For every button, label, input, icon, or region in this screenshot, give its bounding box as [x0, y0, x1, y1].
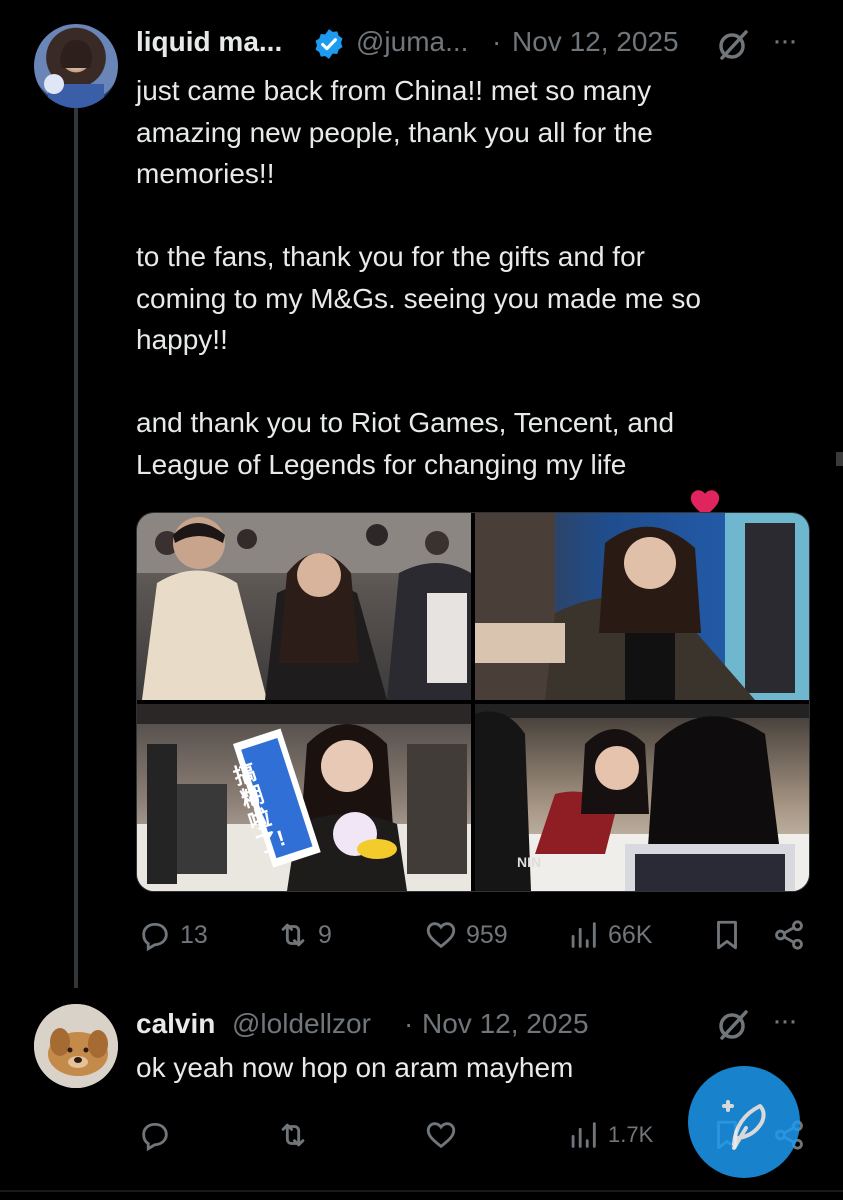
- reply-repost-button[interactable]: [276, 1118, 310, 1152]
- photo-3-image: [137, 704, 471, 891]
- avatar[interactable]: [34, 24, 118, 108]
- photo-1-image: [137, 513, 471, 700]
- display-name[interactable]: liquid ma...: [136, 26, 282, 58]
- reply-more-options-icon[interactable]: ···: [772, 1004, 798, 1038]
- reply-count: 13: [180, 920, 208, 949]
- bookmark-icon: [717, 920, 737, 950]
- red-heart-emoji: [688, 444, 722, 516]
- reply-like-button[interactable]: [424, 1118, 458, 1152]
- reply-views-button[interactable]: 1.7K: [566, 1118, 653, 1152]
- analytics-icon: [571, 1122, 596, 1148]
- thread-line: [74, 106, 78, 988]
- reply-icon: [142, 1122, 168, 1152]
- analytics-icon: [571, 922, 596, 948]
- photo-1[interactable]: [137, 513, 471, 700]
- photo-4[interactable]: NIN: [475, 704, 809, 891]
- photo-2-image: [475, 513, 809, 700]
- bottom-divider: [0, 1190, 843, 1192]
- compose-button[interactable]: [688, 1066, 800, 1178]
- repost-count: 9: [318, 920, 332, 949]
- reply-text: ok yeah now hop on aram mayhem: [136, 1052, 574, 1083]
- repost-icon: [281, 1123, 305, 1147]
- photo-stamp-text: NIN: [517, 854, 542, 870]
- tweet-date[interactable]: Nov 12, 2025: [512, 26, 679, 58]
- share-button[interactable]: [772, 918, 806, 952]
- grok-icon[interactable]: [716, 28, 750, 62]
- view-count: 66K: [608, 920, 653, 949]
- reply-avatar[interactable]: [34, 1004, 118, 1088]
- reply-reply-button[interactable]: [138, 1118, 172, 1152]
- handle[interactable]: @juma...: [356, 26, 468, 58]
- media-grid[interactable]: 搞糊啦了! NIN: [136, 512, 810, 892]
- heart-icon: [426, 1122, 456, 1149]
- reply-view-count: 1.7K: [608, 1122, 654, 1147]
- photo-2[interactable]: [475, 513, 809, 700]
- reply-display-name[interactable]: calvin: [136, 1008, 215, 1040]
- repost-button[interactable]: 9: [276, 918, 332, 952]
- tweet-text-content: just came back from China!! met so many …: [136, 75, 701, 480]
- share-icon: [775, 920, 803, 950]
- reply-button[interactable]: 13: [138, 918, 208, 952]
- scrollbar-thumb[interactable]: [836, 452, 843, 466]
- repost-icon: [281, 923, 305, 947]
- photo-3[interactable]: 搞糊啦了!: [137, 704, 471, 891]
- reply-avatar-image: [34, 1004, 118, 1088]
- verified-badge-icon: [312, 27, 346, 61]
- like-count: 959: [466, 920, 508, 949]
- heart-icon: [426, 922, 456, 949]
- reply-separator: ·: [404, 1008, 414, 1039]
- tweet-text: just came back from China!! met so many …: [136, 70, 816, 527]
- separator: ·: [492, 26, 502, 57]
- reply-handle[interactable]: @loldellzor: [232, 1008, 371, 1040]
- compose-feather-icon: [722, 1100, 766, 1150]
- reply-date[interactable]: Nov 12, 2025: [422, 1008, 589, 1040]
- bookmark-button[interactable]: [710, 918, 744, 952]
- views-button[interactable]: 66K: [566, 918, 652, 952]
- reply-grok-icon[interactable]: [716, 1008, 750, 1042]
- like-button[interactable]: 959: [424, 918, 508, 952]
- more-options-icon[interactable]: ···: [772, 24, 798, 58]
- reply-icon: [142, 922, 168, 952]
- avatar-image: [44, 40, 104, 108]
